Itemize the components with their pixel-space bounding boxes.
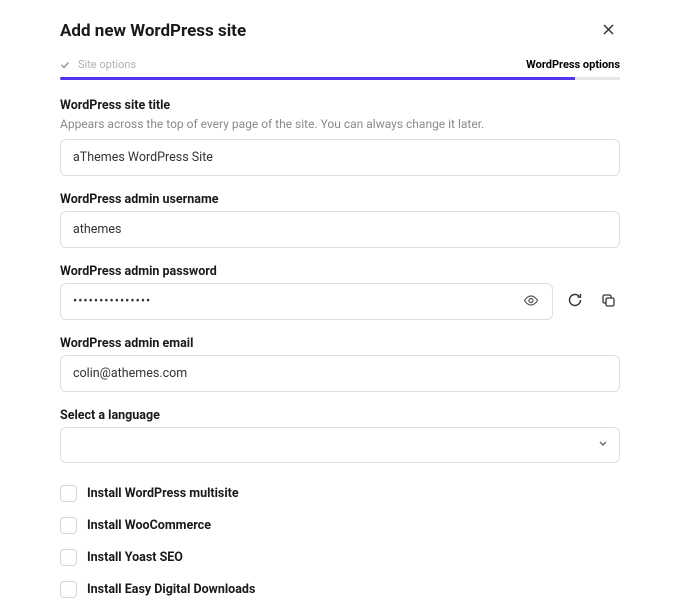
dialog-title: Add new WordPress site bbox=[60, 21, 246, 41]
yoast-checkbox[interactable] bbox=[60, 549, 77, 566]
checkbox-row-woocommerce: Install WooCommerce bbox=[60, 517, 620, 534]
field-admin-password: WordPress admin password bbox=[60, 264, 620, 320]
edd-checkbox[interactable] bbox=[60, 581, 77, 598]
admin-email-input[interactable] bbox=[60, 355, 620, 392]
admin-username-input[interactable] bbox=[60, 211, 620, 248]
close-button[interactable] bbox=[597, 18, 620, 44]
woocommerce-label: Install WooCommerce bbox=[87, 518, 211, 533]
admin-username-label: WordPress admin username bbox=[60, 192, 620, 207]
dialog-header: Add new WordPress site bbox=[60, 18, 620, 44]
copy-password-button[interactable] bbox=[597, 289, 620, 315]
admin-password-label: WordPress admin password bbox=[60, 264, 620, 279]
multisite-checkbox[interactable] bbox=[60, 485, 77, 502]
site-title-label: WordPress site title bbox=[60, 98, 620, 113]
regenerate-password-button[interactable] bbox=[563, 288, 587, 315]
step-indicator: Site options WordPress options bbox=[60, 58, 620, 71]
checkbox-group: Install WordPress multisite Install WooC… bbox=[60, 485, 620, 598]
progress-bar bbox=[60, 77, 620, 80]
admin-email-label: WordPress admin email bbox=[60, 336, 620, 351]
field-language: Select a language bbox=[60, 408, 620, 463]
field-admin-email: WordPress admin email bbox=[60, 336, 620, 392]
multisite-label: Install WordPress multisite bbox=[87, 486, 239, 501]
checkbox-row-multisite: Install WordPress multisite bbox=[60, 485, 620, 502]
close-icon bbox=[601, 25, 616, 40]
field-admin-username: WordPress admin username bbox=[60, 192, 620, 248]
admin-password-input[interactable] bbox=[60, 283, 553, 320]
check-icon bbox=[60, 60, 70, 70]
checkbox-row-yoast: Install Yoast SEO bbox=[60, 549, 620, 566]
step-completed-label: Site options bbox=[78, 58, 136, 71]
site-title-input[interactable] bbox=[60, 139, 620, 176]
step-site-options: Site options bbox=[60, 58, 136, 71]
field-site-title: WordPress site title Appears across the … bbox=[60, 98, 620, 176]
step-wordpress-options: WordPress options bbox=[526, 58, 620, 71]
checkbox-row-edd: Install Easy Digital Downloads bbox=[60, 581, 620, 598]
woocommerce-checkbox[interactable] bbox=[60, 517, 77, 534]
yoast-label: Install Yoast SEO bbox=[87, 550, 183, 565]
eye-icon bbox=[523, 292, 539, 311]
language-select[interactable] bbox=[60, 427, 620, 463]
site-title-help: Appears across the top of every page of … bbox=[60, 117, 620, 131]
refresh-icon bbox=[567, 292, 583, 311]
toggle-password-visibility-button[interactable] bbox=[519, 288, 543, 315]
language-label: Select a language bbox=[60, 408, 620, 423]
progress-fill bbox=[60, 77, 575, 80]
copy-icon bbox=[601, 293, 616, 311]
edd-label: Install Easy Digital Downloads bbox=[87, 582, 255, 597]
